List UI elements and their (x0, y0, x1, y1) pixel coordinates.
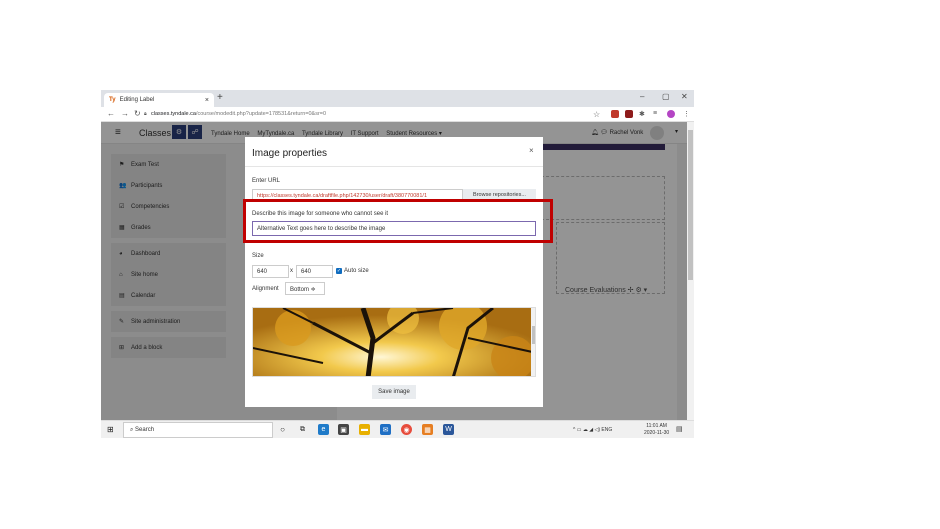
site-favicon-icon: Ty (109, 97, 116, 103)
image-preview (252, 307, 536, 377)
task-view-icon[interactable]: ⧉ (297, 424, 308, 435)
cortana-icon[interactable]: ○ (277, 424, 288, 435)
back-arrow-icon[interactable]: ← (107, 109, 115, 118)
dialog-divider (245, 166, 543, 167)
dialog-title: Image properties (252, 148, 328, 159)
minimize-button[interactable]: – (640, 92, 644, 101)
close-icon[interactable]: × (529, 146, 534, 155)
windows-taskbar: ⊞ ⌕ Search ○ ⧉ e ▣ ▬ ✉ ◉ ▦ W ^ ▭ ☁ ◢ ◁) … (101, 420, 694, 438)
lock-icon: 🔒︎ (144, 111, 147, 117)
browser-tab-strip: Ty Editing Label × + – ▢ ✕ (101, 90, 694, 107)
windows-start-icon[interactable]: ⊞ (107, 425, 114, 434)
browser-tab[interactable]: Ty Editing Label × (104, 93, 214, 107)
system-tray[interactable]: ^ ▭ ☁ ◢ ◁) ENG (573, 427, 612, 433)
browser-menu-icon[interactable]: ⋮ (683, 110, 690, 118)
clock-date: 2020-11-30 (644, 430, 670, 436)
notification-center-icon[interactable]: ▤ (676, 425, 683, 433)
taskbar-search-input[interactable]: ⌕ Search (123, 422, 273, 438)
image-properties-dialog: Image properties × Enter URL https://cla… (245, 137, 543, 407)
reading-list-icon[interactable]: ≡ (653, 110, 657, 117)
edge-icon[interactable]: e (318, 424, 329, 435)
width-input[interactable]: 640 (252, 265, 289, 278)
profile-avatar-icon[interactable] (667, 110, 675, 118)
close-window-button[interactable]: ✕ (681, 92, 688, 101)
url-field[interactable]: classes.tyndale.ca/course/modedit.php?up… (151, 111, 326, 117)
url-host: classes.tyndale.ca (151, 111, 196, 117)
alignment-label: Alignment (252, 286, 279, 292)
height-input[interactable]: 640 (296, 265, 333, 278)
maximize-button[interactable]: ▢ (662, 92, 670, 101)
extension-shield-icon[interactable] (611, 110, 619, 118)
size-label: Size (252, 253, 264, 259)
chrome-icon[interactable]: ◉ (401, 424, 412, 435)
autumn-tree-image (253, 308, 535, 376)
annotation-highlight (243, 199, 553, 243)
page-scrollbar-thumb[interactable] (688, 130, 693, 280)
save-image-button[interactable]: Save image (372, 385, 416, 399)
file-explorer-icon[interactable]: ▬ (359, 424, 370, 435)
auto-size-checkbox[interactable]: ✓ (336, 268, 342, 274)
forward-arrow-icon[interactable]: → (121, 109, 129, 118)
new-tab-button[interactable]: + (217, 92, 223, 103)
url-path: /course/modedit.php?update=178531&return… (195, 111, 327, 117)
photos-icon[interactable]: ▦ (422, 424, 433, 435)
store-icon[interactable]: ▣ (338, 424, 349, 435)
address-bar: ← → ↻ 🔒︎ classes.tyndale.ca/course/moded… (101, 107, 694, 122)
reload-icon[interactable]: ↻ (134, 109, 141, 118)
url-label: Enter URL (252, 178, 281, 184)
close-tab-icon[interactable]: × (205, 97, 209, 104)
word-icon[interactable]: W (443, 424, 454, 435)
size-separator: x (290, 268, 293, 274)
search-placeholder: Search (135, 427, 155, 433)
auto-size-label: Auto size (344, 268, 369, 274)
extensions-puzzle-icon[interactable]: ✱ (639, 110, 645, 118)
mail-icon[interactable]: ✉ (380, 424, 391, 435)
clock-time: 11:01 AM (646, 423, 667, 429)
star-icon[interactable]: ☆ (593, 110, 600, 119)
screen: Ty Editing Label × + – ▢ ✕ ← → ↻ 🔒︎ clas… (101, 90, 694, 438)
tab-title: Editing Label (119, 97, 155, 103)
alignment-select[interactable]: Bottom ≑ (285, 282, 325, 295)
taskbar-clock[interactable]: 11:01 AM 2020-11-30 (644, 423, 669, 437)
extension-pdf-icon[interactable] (625, 110, 633, 118)
